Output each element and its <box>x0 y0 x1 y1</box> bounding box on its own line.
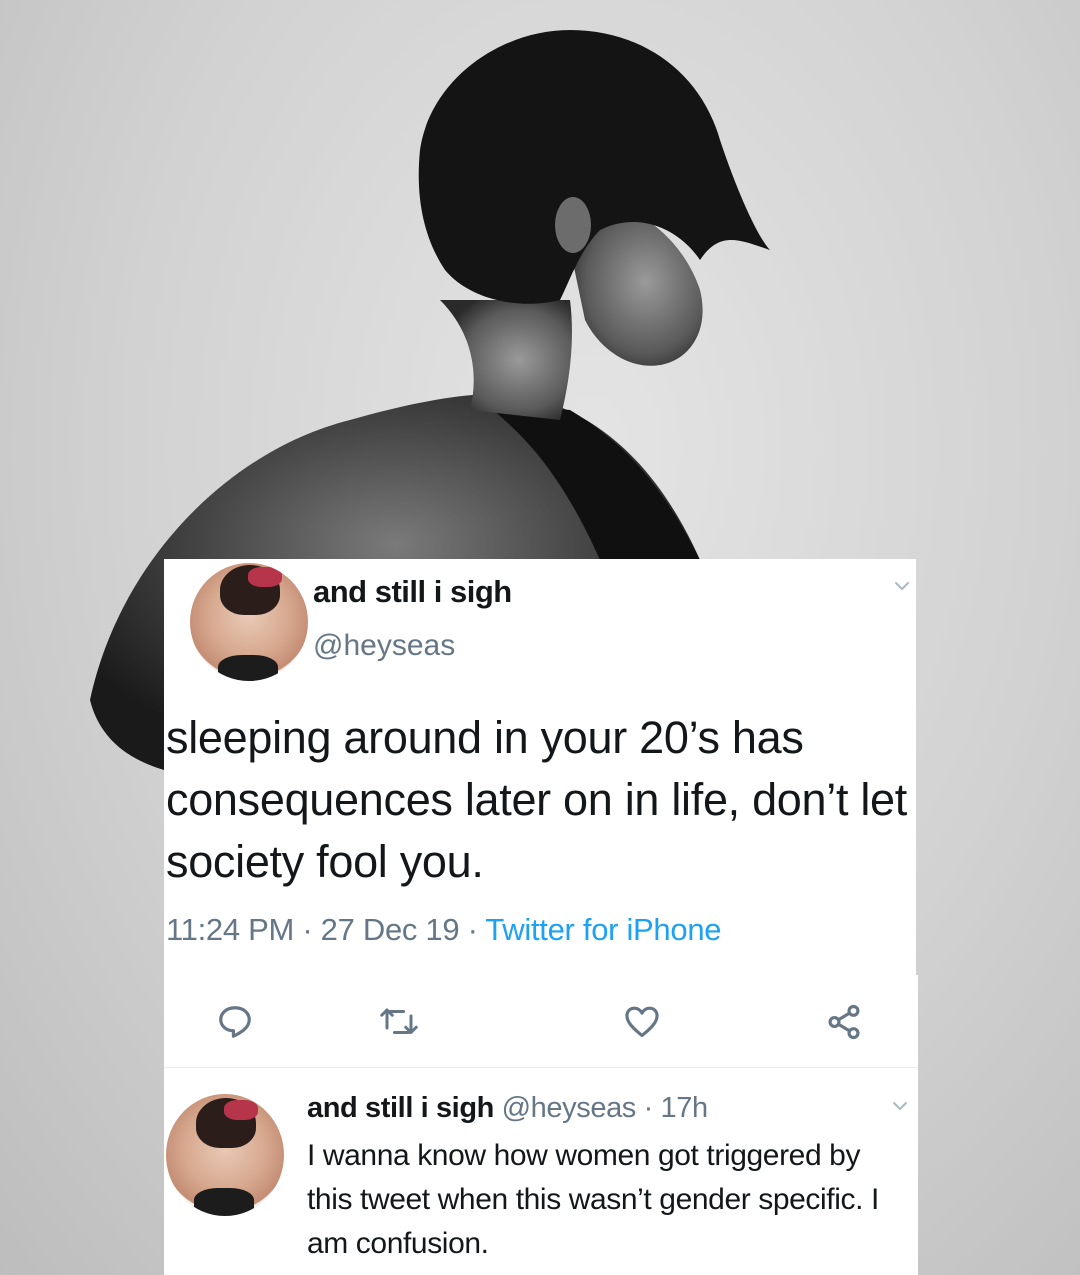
tweet-card: and still i sigh @heyseas sleeping aroun… <box>164 559 916 975</box>
reply-text: I wanna know how women got triggered by … <box>307 1139 879 1260</box>
avatar[interactable] <box>166 1094 284 1216</box>
user-handle[interactable]: @heyseas <box>313 629 455 663</box>
tweet-time: 11:24 PM <box>166 912 294 947</box>
like-button[interactable] <box>617 997 667 1047</box>
chevron-down-icon[interactable] <box>892 1098 908 1114</box>
tweet-text: sleeping around in your 20’s has consequ… <box>166 712 907 887</box>
tweet-actions-bar <box>164 975 918 1068</box>
chevron-down-icon[interactable] <box>894 578 910 594</box>
share-icon <box>828 1004 860 1040</box>
avatar-headband <box>224 1100 258 1120</box>
reply-tweet[interactable]: and still i sigh @heyseas · 17h I wanna … <box>164 1068 918 1275</box>
reply-timestamp[interactable]: 17h <box>660 1092 708 1124</box>
avatar-shirt <box>218 655 278 681</box>
reply-button[interactable] <box>210 997 260 1047</box>
tweet-date: 27 Dec 19 <box>320 912 460 947</box>
reply-user-handle[interactable]: @heyseas <box>502 1092 637 1124</box>
reply-header: and still i sigh @heyseas · 17h <box>307 1092 708 1125</box>
avatar[interactable] <box>190 563 308 681</box>
display-name[interactable]: and still i sigh <box>313 574 512 610</box>
reply-bubble-icon <box>219 1006 251 1038</box>
avatar-headband <box>248 567 282 587</box>
meta-separator: · <box>635 1092 661 1124</box>
tweet-source-link[interactable]: Twitter for iPhone <box>485 912 721 947</box>
meta-separator: · <box>294 912 321 947</box>
tweet-meta: 11:24 PM · 27 Dec 19 · Twitter for iPhon… <box>166 912 722 948</box>
avatar-shirt <box>194 1188 254 1216</box>
heart-icon <box>625 1006 659 1038</box>
retweet-button[interactable] <box>374 997 424 1047</box>
meta-separator: · <box>459 912 486 947</box>
retweet-icon <box>380 1008 418 1034</box>
share-button[interactable] <box>819 997 869 1047</box>
reply-display-name[interactable]: and still i sigh <box>307 1092 494 1124</box>
